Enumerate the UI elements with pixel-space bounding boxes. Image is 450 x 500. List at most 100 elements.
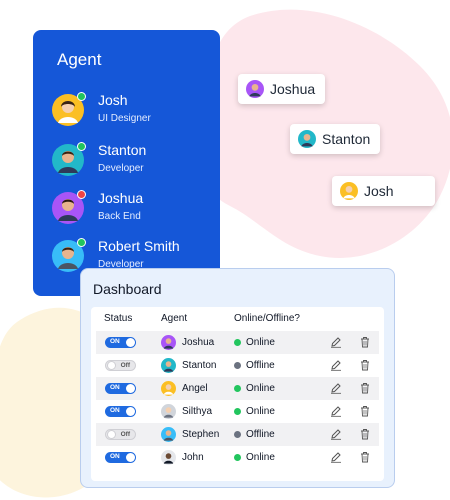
online-dot <box>234 454 241 461</box>
person-avatar-icon <box>161 358 176 373</box>
chip-name: Josh <box>364 183 394 199</box>
column-header-online: Online/Offline? <box>234 313 300 324</box>
agent-cell: Joshua <box>161 331 214 354</box>
column-header-status: Status <box>104 313 133 324</box>
table-row: ON Joshua Online <box>96 331 379 354</box>
status-toggle-cell: Off <box>105 354 136 377</box>
agent-item[interactable]: Josh UI Designer <box>52 92 217 134</box>
online-dot <box>234 339 241 346</box>
agent-item[interactable]: Stanton Developer <box>52 142 217 184</box>
avatar <box>52 142 86 176</box>
edit-pencil-icon[interactable] <box>330 359 342 371</box>
agent-name: Stanton <box>98 142 147 158</box>
agent-role: Back End <box>98 211 141 222</box>
agent-cell: Angel <box>161 377 208 400</box>
agent-chip-josh[interactable]: Josh <box>332 176 435 206</box>
agent-name: Josh <box>98 92 128 108</box>
avatar <box>52 238 86 272</box>
table-row: Off Stanton Offline <box>96 354 379 377</box>
online-dot <box>234 408 241 415</box>
status-toggle-cell: ON <box>105 331 136 354</box>
table-row: Off Stephen Offline <box>96 423 379 446</box>
edit-pencil-icon[interactable] <box>330 451 342 463</box>
table-row: ON Silthya Online <box>96 400 379 423</box>
status-toggle-cell: ON <box>105 400 136 423</box>
status-toggle[interactable]: ON <box>105 452 136 463</box>
presence-cell: Online <box>234 331 275 354</box>
toggle-label: Off <box>120 431 130 438</box>
status-toggle[interactable]: ON <box>105 337 136 348</box>
agent-cell: Stanton <box>161 354 216 377</box>
trash-icon[interactable] <box>359 336 371 348</box>
status-toggle-cell: ON <box>105 377 136 400</box>
agent-name: John <box>182 452 204 463</box>
table-row: ON Angel Online <box>96 377 379 400</box>
offline-dot <box>234 431 241 438</box>
status-toggle[interactable]: Off <box>105 360 136 371</box>
presence-cell: Online <box>234 377 275 400</box>
presence-label: Online <box>246 383 275 394</box>
person-avatar-icon <box>161 335 176 350</box>
status-toggle[interactable]: Off <box>105 429 136 440</box>
presence-cell: Online <box>234 400 275 423</box>
offline-dot <box>234 362 241 369</box>
edit-pencil-icon[interactable] <box>330 405 342 417</box>
trash-icon[interactable] <box>359 359 371 371</box>
agent-cell: John <box>161 446 204 469</box>
person-avatar-icon <box>246 80 264 98</box>
toggle-label: ON <box>110 384 120 391</box>
toggle-label: ON <box>110 453 120 460</box>
dashboard-panel: Dashboard Status Agent Online/Offline? O… <box>80 268 395 488</box>
table-row: ON John Online <box>96 446 379 469</box>
avatar <box>52 190 86 224</box>
agent-name: Robert Smith <box>98 238 180 254</box>
agent-name: Joshua <box>182 337 215 348</box>
presence-label: Online <box>246 337 275 348</box>
agent-name: Stephen <box>182 429 220 440</box>
agent-status-table: Status Agent Online/Offline? ON Joshua O… <box>91 307 384 481</box>
agent-name: Joshua <box>98 190 144 206</box>
agent-chip-joshua[interactable]: Joshua <box>238 74 326 104</box>
toggle-label: ON <box>110 338 120 345</box>
person-avatar-icon <box>161 404 176 419</box>
toggle-label: ON <box>110 407 120 414</box>
online-dot <box>234 385 241 392</box>
status-dot <box>77 238 86 247</box>
person-avatar-icon <box>340 182 358 200</box>
agent-panel-title: Agent <box>57 50 102 69</box>
status-dot <box>77 190 86 199</box>
agent-name: Angel <box>182 383 208 394</box>
chip-name: Joshua <box>270 81 316 97</box>
agent-role: Developer <box>98 163 144 174</box>
agent-name: Stanton <box>182 360 217 371</box>
status-toggle[interactable]: ON <box>105 383 136 394</box>
toggle-label: Off <box>120 362 130 369</box>
trash-icon[interactable] <box>359 382 371 394</box>
agent-cell: Stephen <box>161 423 219 446</box>
agent-cell: Silthya <box>161 400 212 423</box>
edit-pencil-icon[interactable] <box>330 382 342 394</box>
trash-icon[interactable] <box>359 451 371 463</box>
presence-label: Offline <box>246 429 275 440</box>
trash-icon[interactable] <box>359 405 371 417</box>
agent-chip-stanton[interactable]: Stanton <box>290 124 381 154</box>
edit-pencil-icon[interactable] <box>330 428 342 440</box>
edit-pencil-icon[interactable] <box>330 336 342 348</box>
status-toggle[interactable]: ON <box>105 406 136 417</box>
person-avatar-icon <box>161 427 176 442</box>
status-dot <box>77 142 86 151</box>
agent-panel: Agent Josh UI Designer Stanton Developer… <box>33 30 220 296</box>
chip-name: Stanton <box>322 131 371 147</box>
agent-item[interactable]: Joshua Back End <box>52 190 217 232</box>
person-avatar-icon <box>298 130 316 148</box>
presence-label: Online <box>246 452 275 463</box>
presence-cell: Online <box>234 446 275 469</box>
status-dot <box>77 92 86 101</box>
status-toggle-cell: ON <box>105 446 136 469</box>
column-header-agent: Agent <box>161 313 188 324</box>
presence-label: Offline <box>246 360 275 371</box>
avatar <box>52 92 86 126</box>
person-avatar-icon <box>161 450 176 465</box>
presence-label: Online <box>246 406 275 417</box>
trash-icon[interactable] <box>359 428 371 440</box>
